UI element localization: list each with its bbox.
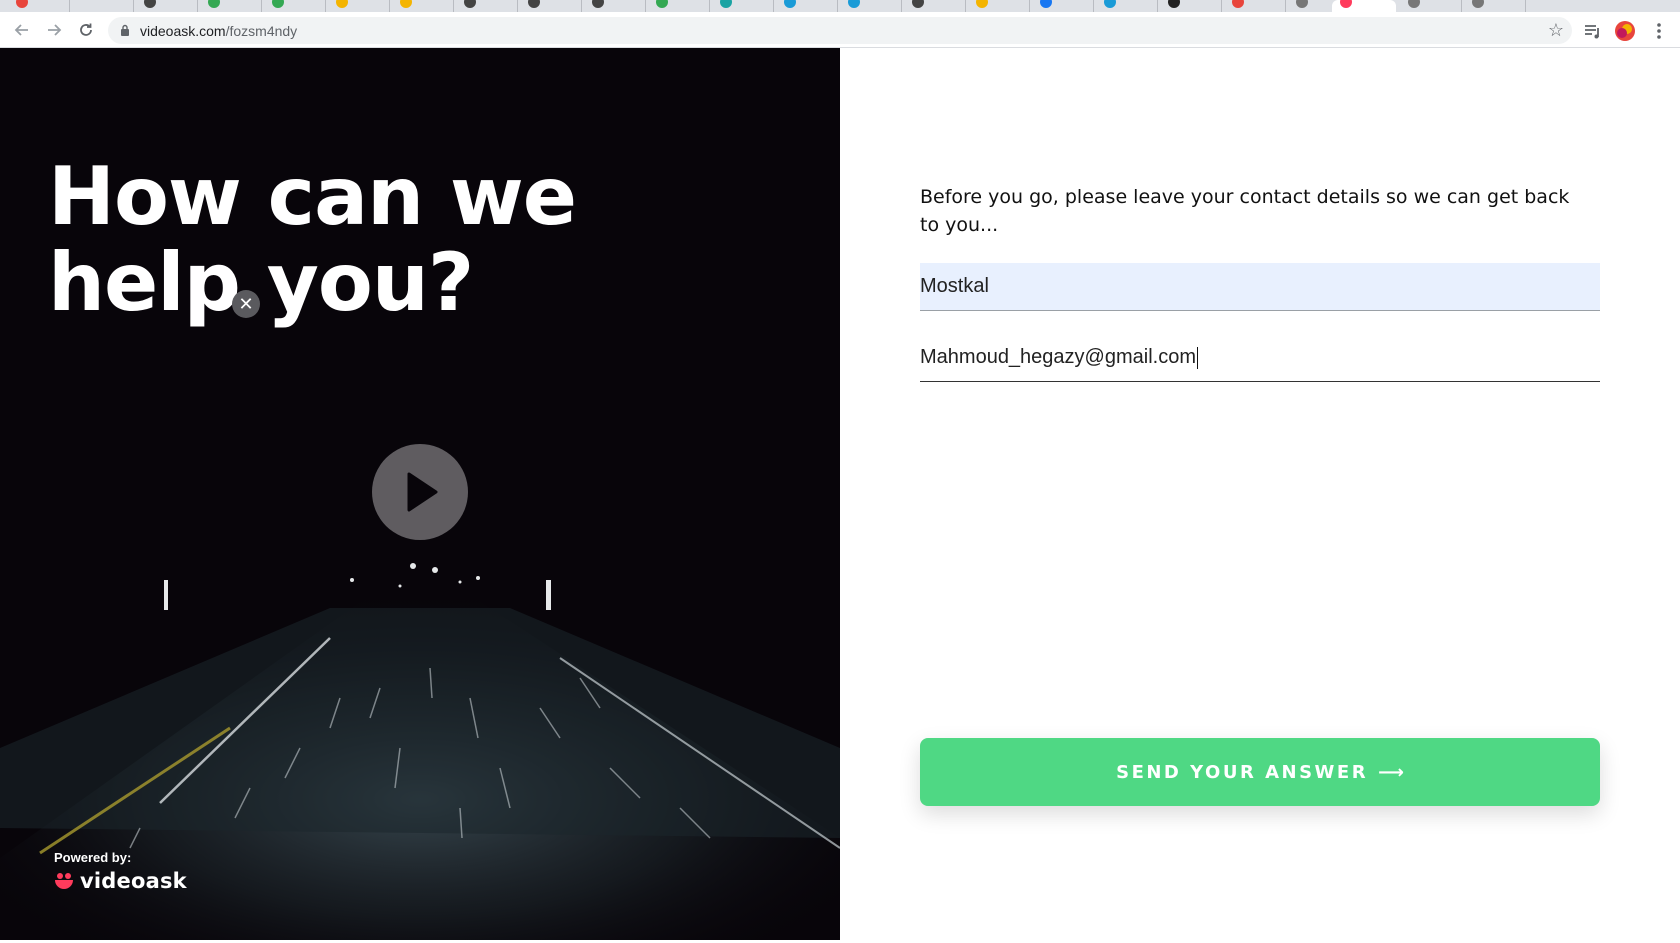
close-button[interactable]: ✕: [232, 290, 260, 318]
arrow-left-icon: [14, 24, 28, 36]
contact-prompt: Before you go, please leave your contact…: [920, 186, 1570, 236]
browser-tab[interactable]: [8, 0, 70, 12]
tab-favicon-icon: [336, 0, 348, 8]
name-field[interactable]: Mostkal: [920, 263, 1600, 311]
tab-favicon-icon: [592, 0, 604, 8]
browser-tab[interactable]: [584, 0, 646, 12]
brand-name: videoask: [80, 869, 187, 893]
text-caret: [1197, 346, 1198, 369]
browser-tab[interactable]: [1400, 0, 1462, 12]
browser-tab[interactable]: [520, 0, 582, 12]
arrow-right-icon: [48, 24, 62, 36]
send-answer-button[interactable]: SEND YOUR ANSWER ⟶: [920, 738, 1600, 806]
media-queue-icon[interactable]: [1582, 20, 1604, 42]
profile-avatar-icon[interactable]: [1614, 20, 1636, 42]
browser-tab[interactable]: [1160, 0, 1222, 12]
browser-tab[interactable]: [200, 0, 262, 12]
send-answer-label: SEND YOUR ANSWER: [1116, 761, 1369, 783]
tab-favicon-icon: [720, 0, 732, 8]
email-field-value: Mahmoud_hegazy@gmail.com: [920, 346, 1196, 368]
forward-button[interactable]: [42, 18, 66, 42]
url-path: /fozsm4ndy: [225, 23, 298, 39]
url-host: videoask.com: [140, 23, 226, 39]
browser-tab[interactable]: [712, 0, 774, 12]
browser-tab[interactable]: [136, 0, 198, 12]
email-field[interactable]: Mahmoud_hegazy@gmail.com: [920, 334, 1600, 382]
bookmark-star-icon[interactable]: ☆: [1548, 20, 1564, 41]
browser-tab[interactable]: [1096, 0, 1158, 12]
reload-icon: [80, 23, 92, 36]
play-button[interactable]: [372, 444, 468, 540]
tab-favicon-icon: [656, 0, 668, 8]
browser-toolbar: videoask.com/fozsm4ndy ☆: [0, 12, 1680, 48]
powered-by[interactable]: Powered by: videoask: [54, 850, 187, 893]
tab-favicon-icon: [1232, 0, 1244, 8]
browser-tab[interactable]: [264, 0, 326, 12]
kebab-menu-icon[interactable]: [1648, 20, 1670, 42]
tab-favicon-icon: [784, 0, 796, 8]
brand-logo: videoask: [54, 869, 187, 893]
tab-favicon-icon: [1296, 0, 1308, 8]
tab-favicon-icon: [144, 0, 156, 8]
browser-tab[interactable]: [456, 0, 518, 12]
name-field-value: Mostkal: [920, 275, 989, 297]
tab-favicon-icon: [1408, 0, 1420, 8]
video-panel: How can we help you? ✕ Powered by: video…: [0, 48, 840, 940]
browser-tab[interactable]: [72, 0, 134, 12]
browser-tab[interactable]: [1224, 0, 1286, 12]
lock-icon: [121, 24, 129, 36]
address-bar[interactable]: videoask.com/fozsm4ndy ☆: [108, 17, 1572, 44]
tab-favicon-icon: [16, 0, 28, 8]
browser-tab[interactable]: [1032, 0, 1094, 12]
play-icon: [407, 472, 438, 512]
browser-tab[interactable]: [968, 0, 1030, 12]
tab-favicon-icon: [1040, 0, 1052, 8]
tab-favicon-icon: [1472, 0, 1484, 8]
reload-button[interactable]: [74, 18, 98, 42]
url-text: videoask.com/fozsm4ndy: [140, 23, 297, 39]
tab-favicon-icon: [1104, 0, 1116, 8]
tab-favicon-icon: [400, 0, 412, 8]
browser-tab[interactable]: [328, 0, 390, 12]
tab-favicon-icon: [912, 0, 924, 8]
videoask-logo-icon: [55, 873, 73, 889]
tab-favicon-icon: [528, 0, 540, 8]
browser-tab-active[interactable]: [1332, 0, 1396, 12]
close-icon: ✕: [238, 293, 254, 315]
tab-favicon-icon: [976, 0, 988, 8]
browser-tab[interactable]: [904, 0, 966, 12]
tab-favicon-icon: [464, 0, 476, 8]
browser-tab[interactable]: [392, 0, 454, 12]
powered-by-label: Powered by:: [54, 850, 132, 865]
tab-strip: [0, 0, 1680, 12]
back-button[interactable]: [10, 18, 34, 42]
tab-favicon-icon: [848, 0, 860, 8]
browser-tab[interactable]: [840, 0, 902, 12]
tab-favicon-icon: [208, 0, 220, 8]
tab-favicon-icon: [272, 0, 284, 8]
browser-tab[interactable]: [648, 0, 710, 12]
tab-favicon-icon: [1168, 0, 1180, 8]
browser-tab[interactable]: [776, 0, 838, 12]
arrow-right-icon: ⟶: [1378, 761, 1404, 783]
browser-tab[interactable]: [1464, 0, 1526, 12]
tab-favicon-icon: [1340, 0, 1352, 8]
video-headline: How can we help you?: [48, 150, 577, 329]
form-panel: Before you go, please leave your contact…: [840, 48, 1680, 940]
